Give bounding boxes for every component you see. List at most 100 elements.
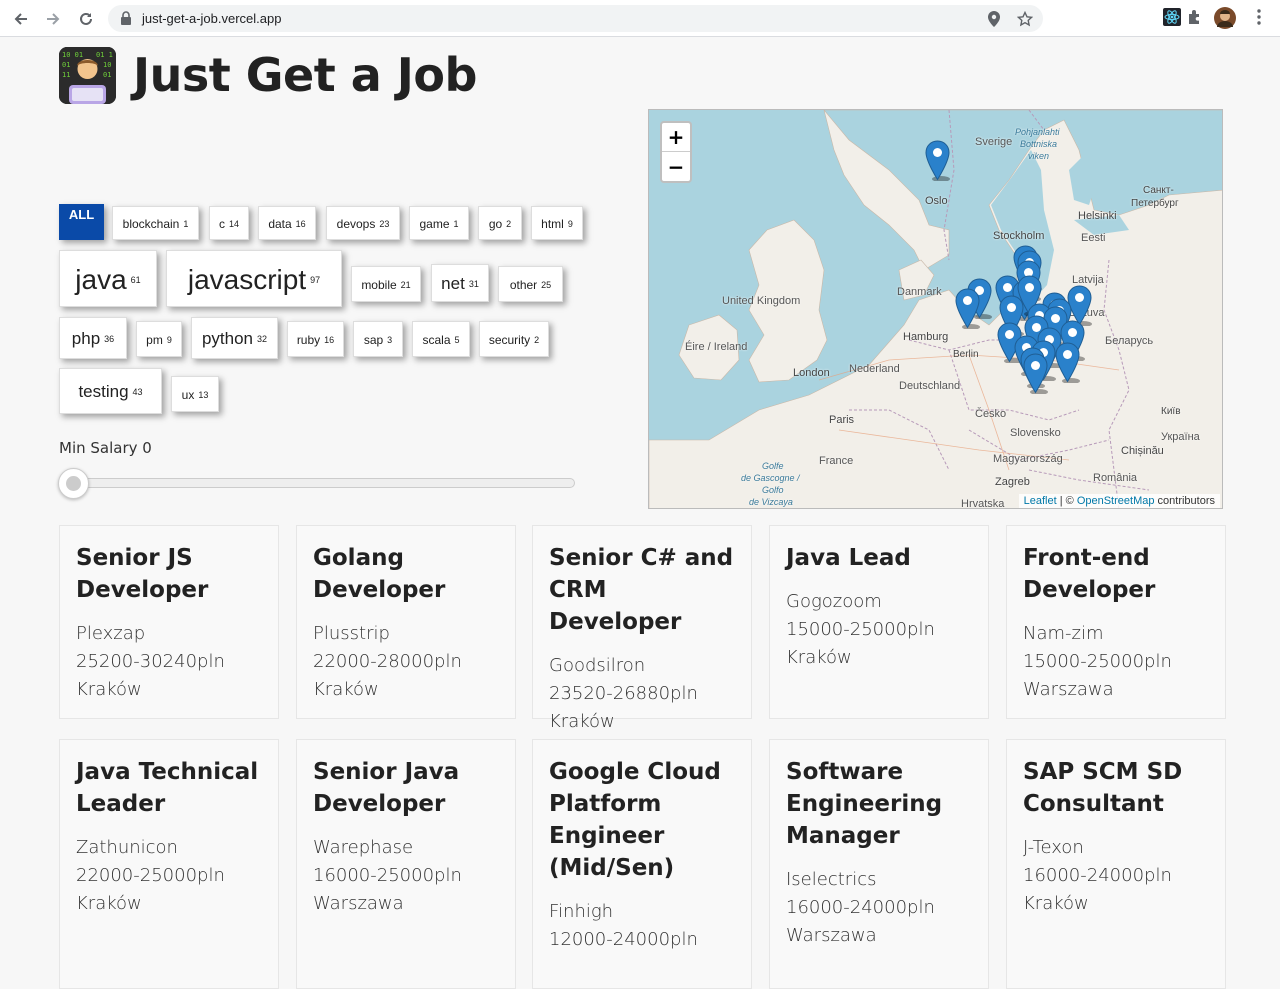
map-marker-icon[interactable]: [1055, 342, 1080, 383]
tag-label: php: [71, 329, 101, 348]
location-icon[interactable]: [985, 10, 1003, 28]
tag-devops[interactable]: devops 23: [326, 206, 400, 240]
job-card[interactable]: Java Technical Leader Zathunicon 22000-250…: [59, 739, 279, 989]
job-company: Zathunicon: [76, 837, 178, 858]
tag-data[interactable]: data 16: [258, 206, 316, 240]
tag-mobile[interactable]: mobile 21: [351, 266, 421, 302]
job-card[interactable]: Google Cloud Platform Engineer (Mid/Sen)…: [532, 739, 752, 989]
jobs-map[interactable]: Sverige Pohjanlahti Bottniska viken Санкт- Пе…: [648, 109, 1223, 509]
job-card[interactable]: Golang Developer Plusstrip 22000-28000pln K…: [296, 525, 516, 719]
tag-label: security: [488, 333, 531, 347]
tag-label: pm: [146, 333, 163, 347]
zoom-out-button[interactable]: −: [662, 152, 690, 181]
map-label-sverige: Sverige: [975, 136, 1013, 148]
address-bar[interactable]: just-get-a-job.vercel.app: [108, 5, 1043, 32]
tag-python[interactable]: python 32: [191, 317, 278, 359]
tag-label: ux: [181, 388, 195, 402]
tag-sap[interactable]: sap 3: [353, 321, 403, 357]
tag-java[interactable]: java 61: [59, 250, 157, 307]
tag-c[interactable]: c 14: [209, 206, 249, 240]
tag-count: 5: [454, 335, 460, 345]
forward-icon[interactable]: [41, 7, 65, 31]
map-label-golfe3: Golfo: [762, 485, 784, 495]
job-card[interactable]: Software Engineering Manager Iselectrics 1…: [769, 739, 989, 989]
map-label-nederland: Nederland: [849, 363, 900, 375]
job-company: Plusstrip: [313, 623, 390, 644]
tag-label: data: [268, 217, 292, 231]
job-salary: 22000-28000pln: [313, 651, 462, 672]
tag-testing[interactable]: testing 43: [59, 368, 162, 414]
zoom-in-button[interactable]: +: [662, 123, 690, 152]
reload-icon[interactable]: [74, 7, 98, 31]
star-icon[interactable]: [1016, 10, 1034, 28]
job-title: Senior Java Developer: [313, 759, 460, 817]
tag-all[interactable]: ALL: [59, 204, 104, 240]
job-title: Senior C# and CRM Developer: [549, 545, 734, 635]
openstreetmap-link[interactable]: OpenStreetMap: [1077, 495, 1155, 507]
job-company: Warephase: [313, 837, 414, 858]
menu-kebab-icon[interactable]: [1250, 8, 1268, 26]
map-marker-icon[interactable]: [1023, 353, 1048, 394]
tag-html[interactable]: html 9: [531, 206, 583, 240]
tag-ux[interactable]: ux 13: [171, 376, 219, 412]
job-title: Java Technical Leader: [76, 759, 259, 817]
tag-game[interactable]: game 1: [409, 206, 469, 240]
tag-count: 9: [166, 335, 172, 345]
profile-avatar[interactable]: [1214, 7, 1236, 29]
tag-other[interactable]: other 25: [498, 266, 563, 302]
map-label-hrvatska: Hrvatska: [961, 498, 1005, 509]
map-label-oslo: Oslo: [925, 195, 948, 207]
react-devtools-icon[interactable]: [1163, 8, 1181, 26]
job-card[interactable]: Senior JS Developer Plexzap 25200-30240pln…: [59, 525, 279, 719]
job-card[interactable]: Senior C# and CRM Developer Goodsilron 235…: [532, 525, 752, 732]
map-label-kyiv: Київ: [1161, 406, 1181, 417]
tag-scala[interactable]: scala 5: [412, 321, 470, 357]
map-label-spb: Санкт-: [1143, 185, 1174, 196]
tag-go[interactable]: go 2: [478, 206, 522, 240]
min-salary-label: Min Salary 0: [59, 439, 152, 457]
tag-count: 13: [198, 390, 209, 400]
map-label-eire: Éire / Ireland: [685, 341, 748, 353]
job-card[interactable]: SAP SCM SD Consultant J-Texon 16000-24000p…: [1006, 739, 1226, 989]
job-card[interactable]: Front-end Developer Nam-zim 15000-25000pln…: [1006, 525, 1226, 719]
svg-text:01: 01: [103, 71, 111, 79]
map-marker-icon[interactable]: [955, 288, 980, 329]
job-salary: 15000-25000pln: [1023, 651, 1172, 672]
job-card[interactable]: Java Lead Gogozoom 15000-25000pln Kraków: [769, 525, 989, 719]
min-salary-slider-thumb[interactable]: [58, 468, 89, 499]
url-text: just-get-a-job.vercel.app: [142, 11, 282, 26]
tag-ruby[interactable]: ruby 16: [287, 321, 344, 357]
tag-pm[interactable]: pm 9: [136, 321, 182, 357]
job-salary: 25200-30240pln: [76, 651, 225, 672]
job-title: Senior JS Developer: [76, 545, 209, 603]
svg-text:10 01: 10 01: [62, 51, 83, 59]
map-marker-icon[interactable]: [925, 140, 950, 181]
map-label-bothnian: Pohjanlahti: [1015, 127, 1060, 137]
tag-label: python: [201, 329, 254, 348]
extensions-puzzle-icon[interactable]: [1185, 8, 1203, 26]
tag-javascript[interactable]: javascript 97: [166, 250, 342, 307]
job-city: Warszawa: [313, 893, 404, 914]
job-company: Goodsilron: [549, 655, 646, 676]
min-salary-slider-track[interactable]: [62, 478, 575, 488]
job-city: Kraków: [76, 893, 142, 914]
map-label-chisinau: Chișinău: [1121, 445, 1164, 457]
tag-count: 43: [132, 387, 143, 397]
map-label-danmark: Danmark: [897, 286, 942, 298]
tag-net[interactable]: net 31: [431, 264, 489, 302]
tag-label: devops: [336, 217, 376, 231]
leaflet-link[interactable]: Leaflet: [1024, 495, 1057, 507]
tag-label: ALL: [68, 207, 95, 222]
back-icon[interactable]: [9, 7, 33, 31]
tag-count: 2: [506, 219, 512, 229]
tag-security[interactable]: security 2: [479, 321, 549, 357]
app-logo: 10 01 01 1 01 10 11 01: [59, 47, 116, 104]
job-card[interactable]: Senior Java Developer Warephase 16000-2500…: [296, 739, 516, 989]
tag-label: ruby: [296, 333, 321, 347]
map-label-france: France: [819, 455, 854, 467]
browser-toolbar: just-get-a-job.vercel.app: [0, 0, 1280, 37]
tag-count: 2: [534, 335, 540, 345]
tag-blockchain[interactable]: blockchain 1: [112, 206, 199, 240]
tag-label: html: [541, 217, 564, 231]
tag-php[interactable]: php 36: [59, 317, 127, 359]
